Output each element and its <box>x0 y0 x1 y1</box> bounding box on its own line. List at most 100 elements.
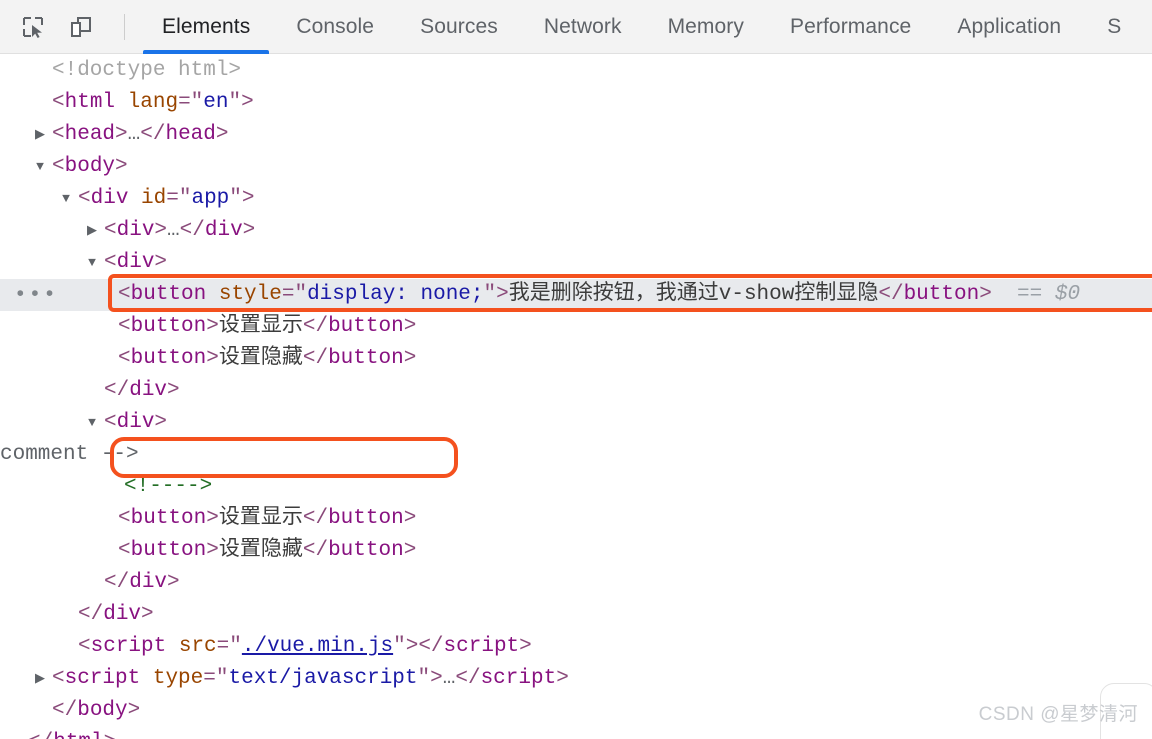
attr-value[interactable]: display: none; <box>307 279 483 311</box>
angle-bracket: > <box>403 539 417 562</box>
tag-name: button <box>903 283 980 306</box>
tag-name: div <box>204 219 243 242</box>
devtools-toolbar: Elements Console Sources Network Memory … <box>0 0 1152 54</box>
tag-name: script <box>443 635 520 658</box>
quote: " <box>228 91 242 114</box>
angle-bracket: > <box>496 283 509 306</box>
quote: " <box>215 667 229 690</box>
tab-label: Network <box>543 14 622 38</box>
angle-bracket: > <box>167 379 180 402</box>
equals: = <box>216 635 230 658</box>
angle-bracket: < <box>118 315 131 338</box>
tag-name: button <box>130 347 207 370</box>
dom-row-body-open[interactable]: ▼ < body > <box>0 151 1152 183</box>
toolbar-icon-group <box>0 10 139 44</box>
equals: = <box>203 667 216 690</box>
angle-bracket: < <box>52 123 65 146</box>
tag-name: head <box>64 123 116 146</box>
tab-label: Console <box>296 14 375 38</box>
collapsed-ellipsis: … <box>127 123 141 146</box>
tab-label: Memory <box>667 14 745 38</box>
attr-value: en <box>203 91 229 114</box>
script-src-link[interactable]: ./vue.min.js <box>242 631 393 663</box>
dom-row-button-show-2[interactable]: < button > 设置显示 </button > <box>0 503 1152 535</box>
tag-name: div <box>116 219 155 242</box>
quote: " <box>178 187 192 210</box>
selected-node-marker: == $0 <box>1017 283 1081 306</box>
doctype-text: <!doctype html> <box>52 59 242 82</box>
dom-row-comment[interactable]: <!----> <box>0 471 1152 503</box>
attr-name[interactable]: style <box>219 279 282 311</box>
angle-bracket: > <box>115 155 128 178</box>
tab-elements[interactable]: Elements <box>139 0 273 54</box>
chevron-right-icon[interactable]: ▶ <box>84 215 100 247</box>
tab-sources[interactable]: Sources <box>397 0 521 54</box>
tab-label: Application <box>957 14 1062 38</box>
dom-row-div-app[interactable]: ▼ < div id = " app " > <box>0 183 1152 215</box>
dom-row-script-type[interactable]: ▶ < script type = " text/javascript " >… </scri… <box>0 663 1152 695</box>
tab-label: Performance <box>790 14 912 38</box>
angle-bracket: </ <box>179 219 205 242</box>
dom-row-button-show-1[interactable]: < button > 设置显示 </button > <box>0 311 1152 343</box>
tab-label: S <box>1107 14 1122 38</box>
tab-application[interactable]: Application <box>934 0 1084 54</box>
attr-name[interactable]: src <box>179 631 217 663</box>
chevron-down-icon[interactable]: ▼ <box>32 151 48 183</box>
tag-name: div <box>129 571 168 594</box>
dom-row-div-open-1[interactable]: ▼ < div > <box>0 247 1152 279</box>
attr-name[interactable]: type <box>153 663 203 695</box>
tag-name: script <box>90 635 167 658</box>
dom-tree-panel[interactable]: <!doctype html> < html lang = " en " > ▶ < head… <box>0 55 1152 739</box>
dom-row-button-vshow-selected[interactable]: ••• < button style = " display: none; " > 我是删除按… <box>0 279 1152 311</box>
chevron-right-icon[interactable]: ▶ <box>32 663 48 695</box>
tab-network[interactable]: Network <box>521 0 645 54</box>
chevron-down-icon[interactable]: ▼ <box>84 247 100 279</box>
tag-name: div <box>116 411 155 434</box>
dom-row-div-close-1[interactable]: </div > <box>0 375 1152 407</box>
angle-bracket: < <box>118 507 131 530</box>
tag-name: div <box>129 379 168 402</box>
tab-memory[interactable]: Memory <box>645 0 767 54</box>
attr-name: id <box>141 187 167 210</box>
dom-row-div-close-2[interactable]: </div > <box>0 567 1152 599</box>
angle-bracket: </ <box>28 727 53 739</box>
angle-bracket: < <box>52 155 65 178</box>
tag-name: div <box>90 187 129 210</box>
chevron-down-icon[interactable]: ▼ <box>58 183 74 215</box>
dom-row-button-hide-1[interactable]: < button > 设置隐藏 </button > <box>0 343 1152 375</box>
device-toolbar-icon[interactable] <box>64 10 98 44</box>
angle-bracket: < <box>104 251 117 274</box>
angle-bracket: < <box>118 539 131 562</box>
equals: = <box>281 283 295 306</box>
dom-row-html-open[interactable]: < html lang = " en " > <box>0 87 1152 119</box>
angle-bracket: </ <box>52 699 78 722</box>
angle-bracket: > <box>215 123 229 146</box>
chevron-down-icon[interactable]: ▼ <box>84 407 100 439</box>
tab-performance[interactable]: Performance <box>767 0 934 54</box>
angle-bracket: > <box>241 187 255 210</box>
angle-bracket: </ <box>878 283 904 306</box>
tag-name: script <box>480 667 557 690</box>
tag-name: button <box>130 539 207 562</box>
chevron-right-icon[interactable]: ▶ <box>32 119 48 151</box>
tab-console[interactable]: Console <box>273 0 397 54</box>
angle-bracket: </ <box>418 635 444 658</box>
angle-bracket: > <box>206 315 219 338</box>
dom-row-head[interactable]: ▶ < head >… </head > <box>0 119 1152 151</box>
angle-bracket: < <box>104 411 117 434</box>
dom-row-script-src[interactable]: < script src = " ./vue.min.js " > </script > <box>0 631 1152 663</box>
dom-row-button-hide-2[interactable]: < button > 设置隐藏 </button > <box>0 535 1152 567</box>
tag-name: script <box>64 667 141 690</box>
dom-row-doctype[interactable]: <!doctype html> <box>0 55 1152 87</box>
tab-security[interactable]: S <box>1084 0 1144 54</box>
watermark: CSDN @星梦清河 <box>978 704 1138 725</box>
dom-row-div-open-2[interactable]: ▼ < div > <box>0 407 1152 439</box>
inspect-element-icon[interactable] <box>16 10 50 44</box>
dom-row-div-collapsed[interactable]: ▶ < div >… </div > <box>0 215 1152 247</box>
more-options-icon[interactable]: ••• <box>14 285 58 306</box>
node-text: 设置隐藏 <box>218 539 303 562</box>
quote: " <box>229 187 242 210</box>
angle-bracket: < <box>104 219 117 242</box>
dom-row-div-close-app[interactable]: </div > <box>0 599 1152 631</box>
attr-value[interactable]: text/javascript <box>228 663 417 695</box>
